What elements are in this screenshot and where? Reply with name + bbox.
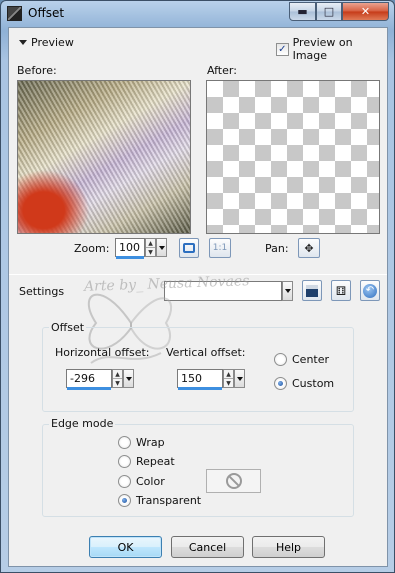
zoom-fit-button[interactable] [179, 238, 199, 258]
floppy-disk-icon [306, 284, 318, 297]
center-radio-option[interactable]: Center [274, 353, 329, 366]
dropdown-arrow-icon [284, 289, 291, 293]
dice-icon: ⚅ [335, 283, 347, 298]
actual-size-label: 1:1 [212, 243, 228, 253]
after-preview-transparent[interactable] [206, 80, 380, 234]
preset-dropdown-button[interactable] [282, 281, 293, 301]
horizontal-dropdown-button[interactable] [123, 369, 134, 388]
transparent-label: Transparent [136, 494, 202, 507]
center-radio-label: Center [292, 353, 330, 366]
vertical-offset-label: Vertical offset: [166, 346, 246, 359]
fit-to-window-icon [183, 243, 195, 253]
vertical-dropdown-button[interactable] [234, 369, 245, 388]
wrap-label: Wrap [136, 436, 165, 449]
checkmark-icon[interactable]: ✓ [276, 42, 289, 56]
vertical-spinner[interactable]: ▲ ▼ [223, 369, 234, 388]
maximize-button[interactable]: □ [316, 2, 342, 21]
horizontal-offset-input[interactable]: -296 [66, 369, 112, 390]
window-title: Offset [28, 6, 65, 20]
edge-transparent-option[interactable]: Transparent [118, 494, 201, 507]
edge-repeat-option[interactable]: Repeat [118, 455, 175, 468]
dropdown-arrow-icon [158, 245, 165, 250]
center-radio[interactable] [274, 353, 287, 366]
ok-button[interactable]: OK [89, 536, 162, 558]
preview-toggle[interactable]: Preview [19, 36, 74, 49]
color-radio[interactable] [118, 475, 131, 488]
edge-wrap-option[interactable]: Wrap [118, 436, 165, 449]
move-arrows-icon: ✥ [304, 241, 314, 255]
vertical-offset-input[interactable]: 150 [177, 369, 223, 390]
zoom-label: Zoom: [74, 242, 110, 255]
custom-radio-option[interactable]: Custom [274, 377, 334, 390]
after-label: After: [207, 64, 237, 77]
minimize-icon: ▬ [297, 5, 308, 18]
save-preset-button[interactable] [302, 280, 322, 301]
reset-arrow-icon: ↶ [363, 283, 377, 298]
before-preview-image[interactable] [17, 80, 191, 234]
offset-legend: Offset [49, 321, 87, 334]
horizontal-spinner[interactable]: ▲ ▼ [112, 369, 123, 388]
close-icon: ✕ [360, 5, 371, 18]
spin-up-icon[interactable]: ▲ [146, 239, 155, 247]
title-bar[interactable]: Offset ▬ □ ✕ [1, 1, 394, 26]
zoom-actual-size-button[interactable]: 1:1 [209, 238, 231, 258]
app-icon [7, 6, 22, 21]
color-label: Color [136, 475, 165, 488]
spin-up-icon[interactable]: ▲ [224, 370, 233, 378]
offset-dialog-window: Offset ▬ □ ✕ Preview ✓ Preview on Image … [0, 0, 395, 573]
minimize-button[interactable]: ▬ [289, 2, 316, 21]
edge-mode-legend: Edge mode [49, 417, 116, 430]
before-label: Before: [17, 64, 57, 77]
zoom-spinner[interactable]: ▲ ▼ [145, 238, 156, 257]
edge-color-swatch[interactable] [206, 469, 261, 493]
repeat-label: Repeat [136, 455, 175, 468]
wrap-radio[interactable] [118, 436, 131, 449]
dialog-client-area: Preview ✓ Preview on Image Before: After… [8, 27, 388, 567]
transparent-radio[interactable] [118, 494, 131, 507]
dropdown-arrow-icon [236, 376, 243, 381]
pan-label: Pan: [265, 242, 289, 255]
spin-down-icon[interactable]: ▼ [146, 247, 155, 256]
collapse-arrow-icon [19, 40, 27, 45]
help-button[interactable]: Help [252, 536, 325, 558]
horizontal-offset-label: Horizontal offset: [55, 346, 150, 359]
custom-radio-label: Custom [292, 377, 335, 390]
repeat-radio[interactable] [118, 455, 131, 468]
preview-on-image-label: Preview on Image [292, 36, 353, 62]
spin-down-icon[interactable]: ▼ [224, 378, 233, 387]
zoom-input[interactable]: 100 [115, 238, 145, 259]
dropdown-arrow-icon [125, 376, 132, 381]
pan-button[interactable]: ✥ [298, 238, 320, 258]
vertical-offset-control: 150 ▲ ▼ [177, 369, 245, 390]
edge-color-option[interactable]: Color [118, 475, 165, 488]
horizontal-offset-control: -296 ▲ ▼ [66, 369, 134, 390]
cancel-button[interactable]: Cancel [171, 536, 244, 558]
spin-up-icon[interactable]: ▲ [113, 370, 122, 378]
maximize-icon: □ [323, 5, 335, 18]
zoom-dropdown-button[interactable] [156, 238, 167, 257]
close-button[interactable]: ✕ [342, 2, 389, 21]
randomize-button[interactable]: ⚅ [331, 280, 351, 301]
reset-button[interactable]: ↶ [360, 280, 380, 301]
no-color-icon [225, 473, 242, 489]
spin-down-icon[interactable]: ▼ [113, 378, 122, 387]
preview-toggle-label: Preview [31, 36, 74, 49]
zoom-control: 100 ▲ ▼ [115, 238, 167, 259]
preview-on-image-checkbox[interactable]: ✓ Preview on Image [276, 36, 387, 62]
settings-label: Settings [19, 285, 65, 298]
custom-radio[interactable] [274, 377, 287, 390]
